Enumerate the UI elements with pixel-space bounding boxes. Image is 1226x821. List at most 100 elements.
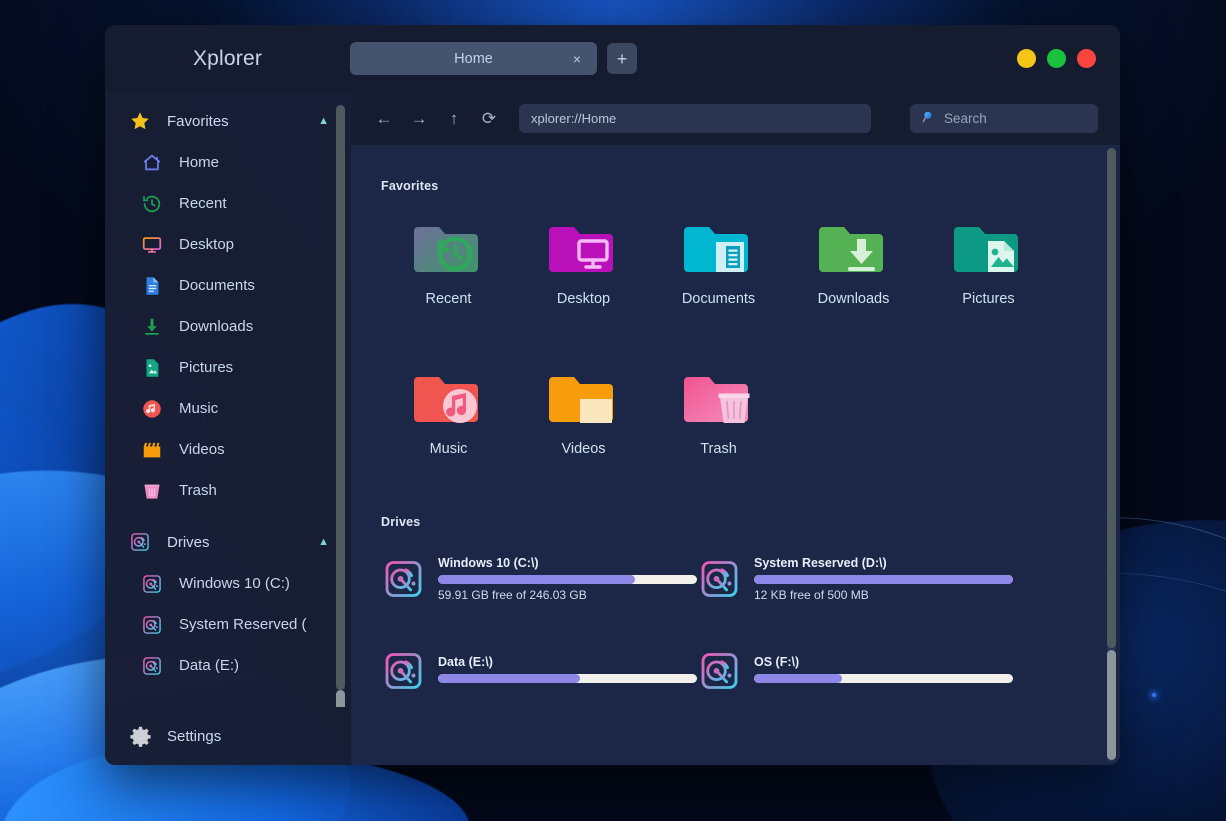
maximize-button[interactable] (1047, 49, 1066, 68)
favorites-section-label: Favorites (381, 179, 439, 193)
drive-row-d[interactable]: System Reserved (D:\) 12 KB free of 500 … (697, 555, 1013, 603)
content-scrollbar-thumb-lower[interactable] (1107, 650, 1116, 760)
drive-usage-fill (754, 575, 1013, 584)
window-titlebar: Xplorer Home × + (105, 25, 1120, 92)
drive-usage-fill (438, 674, 581, 683)
folder-music[interactable]: Music (381, 365, 516, 485)
sidebar-group-favorites[interactable]: Favorites ▲ (105, 100, 351, 142)
folder-trash-icon (683, 377, 749, 423)
sidebar-item-label: Recent (179, 195, 227, 212)
folder-desktop-icon (548, 227, 613, 272)
sidebar-item-pictures[interactable]: Pictures (105, 347, 351, 388)
folder-music-icon (413, 377, 478, 423)
tab-label: Home (454, 50, 493, 67)
folder-label: Documents (681, 291, 756, 307)
folder-label: Downloads (817, 291, 890, 307)
main-pane: ← → ↑ ⟳ xplorer://Home Search Favorites … (351, 92, 1120, 765)
drive-detail: 59.91 GB free of 246.03 GB (438, 588, 587, 602)
chevron-up-icon[interactable]: ▲ (318, 115, 329, 127)
folder-label: Music (429, 441, 468, 457)
sidebar-item-drive-e[interactable]: Data (E:) (105, 645, 351, 686)
sidebar-item-recent[interactable]: Recent (105, 183, 351, 224)
drive-usage-fill (438, 575, 635, 584)
folder-desktop[interactable]: Desktop (516, 215, 651, 335)
sidebar-item-label: Music (179, 400, 219, 417)
minimize-button[interactable] (1017, 49, 1036, 68)
folder-label: Recent (425, 291, 472, 307)
folder-downloads[interactable]: Downloads (786, 215, 921, 335)
sidebar-item-drive-c[interactable]: Windows 10 (C:) (105, 563, 351, 604)
folder-recent[interactable]: Recent (381, 215, 516, 335)
sidebar-item-settings[interactable]: Settings (105, 707, 351, 765)
sidebar-item-downloads[interactable]: Downloads (105, 306, 351, 347)
sidebar-scrollbar-thumb-lower[interactable] (336, 690, 345, 707)
sidebar-item-label: Trash (179, 482, 217, 499)
drive-info: Windows 10 (C:\) 59.91 GB free of 246.03… (438, 556, 697, 602)
chevron-up-icon[interactable]: ▲ (318, 536, 329, 548)
sidebar-item-label: Home (179, 154, 220, 171)
harddrive-icon (385, 561, 422, 597)
search-placeholder: Search (944, 111, 987, 126)
favorites-grid: Recent Desktop Documents Downloads Pictu… (381, 215, 1120, 485)
sidebar-item-label: Windows 10 (C:) (179, 575, 290, 592)
folder-pictures-icon (953, 227, 1018, 272)
sidebar-scrollbar-thumb[interactable] (336, 105, 345, 690)
sidebar-item-home[interactable]: Home (105, 142, 351, 183)
folder-pictures[interactable]: Pictures (921, 215, 1056, 335)
search-input[interactable]: Search (910, 104, 1098, 133)
folder-documents[interactable]: Documents (651, 215, 786, 335)
sidebar-item-documents[interactable]: Documents (105, 265, 351, 306)
harddrive-icon (701, 653, 738, 689)
content-scroll: Favorites Recent Desktop Documents Downl… (351, 145, 1120, 765)
folder-downloads-icon (818, 227, 883, 272)
picture-icon (141, 357, 163, 379)
new-tab-button[interactable]: + (607, 43, 637, 74)
drive-info: OS (F:\) (754, 655, 1013, 687)
folder-videos[interactable]: Videos (516, 365, 651, 485)
drive-row-e[interactable]: Data (E:\) (381, 647, 697, 695)
content-area: Favorites Recent Desktop Documents Downl… (351, 145, 1120, 765)
sidebar-item-label: Pictures (179, 359, 234, 376)
gear-icon (129, 725, 151, 747)
address-value: xplorer://Home (531, 111, 617, 126)
sidebar-item-desktop[interactable]: Desktop (105, 224, 351, 265)
close-button[interactable] (1077, 49, 1096, 68)
sidebar-group-label: Drives (167, 533, 210, 551)
document-icon (141, 275, 163, 297)
sidebar-group-drives[interactable]: Drives ▲ (105, 521, 351, 563)
folder-recent-icon (413, 227, 478, 272)
clapperboard-icon (141, 439, 163, 461)
folder-label: Desktop (556, 291, 611, 307)
drive-row-f[interactable]: OS (F:\) (697, 647, 1013, 695)
tab-close-icon[interactable]: × (573, 52, 581, 66)
drive-row-c[interactable]: Windows 10 (C:\) 59.91 GB free of 246.03… (381, 555, 697, 603)
search-icon (922, 110, 936, 127)
sidebar-item-videos[interactable]: Videos (105, 429, 351, 470)
sidebar-item-label: Documents (179, 277, 255, 294)
sidebar-item-trash[interactable]: Trash (105, 470, 351, 511)
sidebar-scroll-area: Favorites ▲ Home Recent Desktop Document… (105, 100, 351, 707)
sidebar-item-music[interactable]: Music (105, 388, 351, 429)
navigation-toolbar: ← → ↑ ⟳ xplorer://Home Search (351, 92, 1120, 145)
back-button[interactable]: ← (373, 108, 395, 130)
sidebar-item-drive-d[interactable]: System Reserved ( (105, 604, 351, 645)
drives-section-label: Drives (381, 515, 421, 529)
refresh-button[interactable]: ⟳ (478, 108, 500, 130)
tab-home[interactable]: Home × (350, 42, 597, 75)
content-scrollbar-thumb[interactable] (1107, 148, 1116, 648)
folder-trash[interactable]: Trash (651, 365, 786, 485)
drive-name: Data (E:\) (438, 655, 493, 669)
drive-info: System Reserved (D:\) 12 KB free of 500 … (754, 556, 1013, 602)
sidebar-group-label: Favorites (167, 112, 229, 130)
drive-usage-fill (754, 674, 843, 683)
up-button[interactable]: ↑ (443, 108, 465, 130)
music-icon (141, 398, 163, 420)
harddrive-icon (141, 655, 163, 677)
folder-label: Videos (561, 441, 606, 457)
tab-strip: Home × + (350, 42, 637, 75)
sidebar-item-label: Desktop (179, 236, 235, 253)
forward-button[interactable]: → (408, 108, 430, 130)
download-icon (141, 316, 163, 338)
settings-label: Settings (167, 727, 222, 745)
address-bar[interactable]: xplorer://Home (519, 104, 871, 133)
